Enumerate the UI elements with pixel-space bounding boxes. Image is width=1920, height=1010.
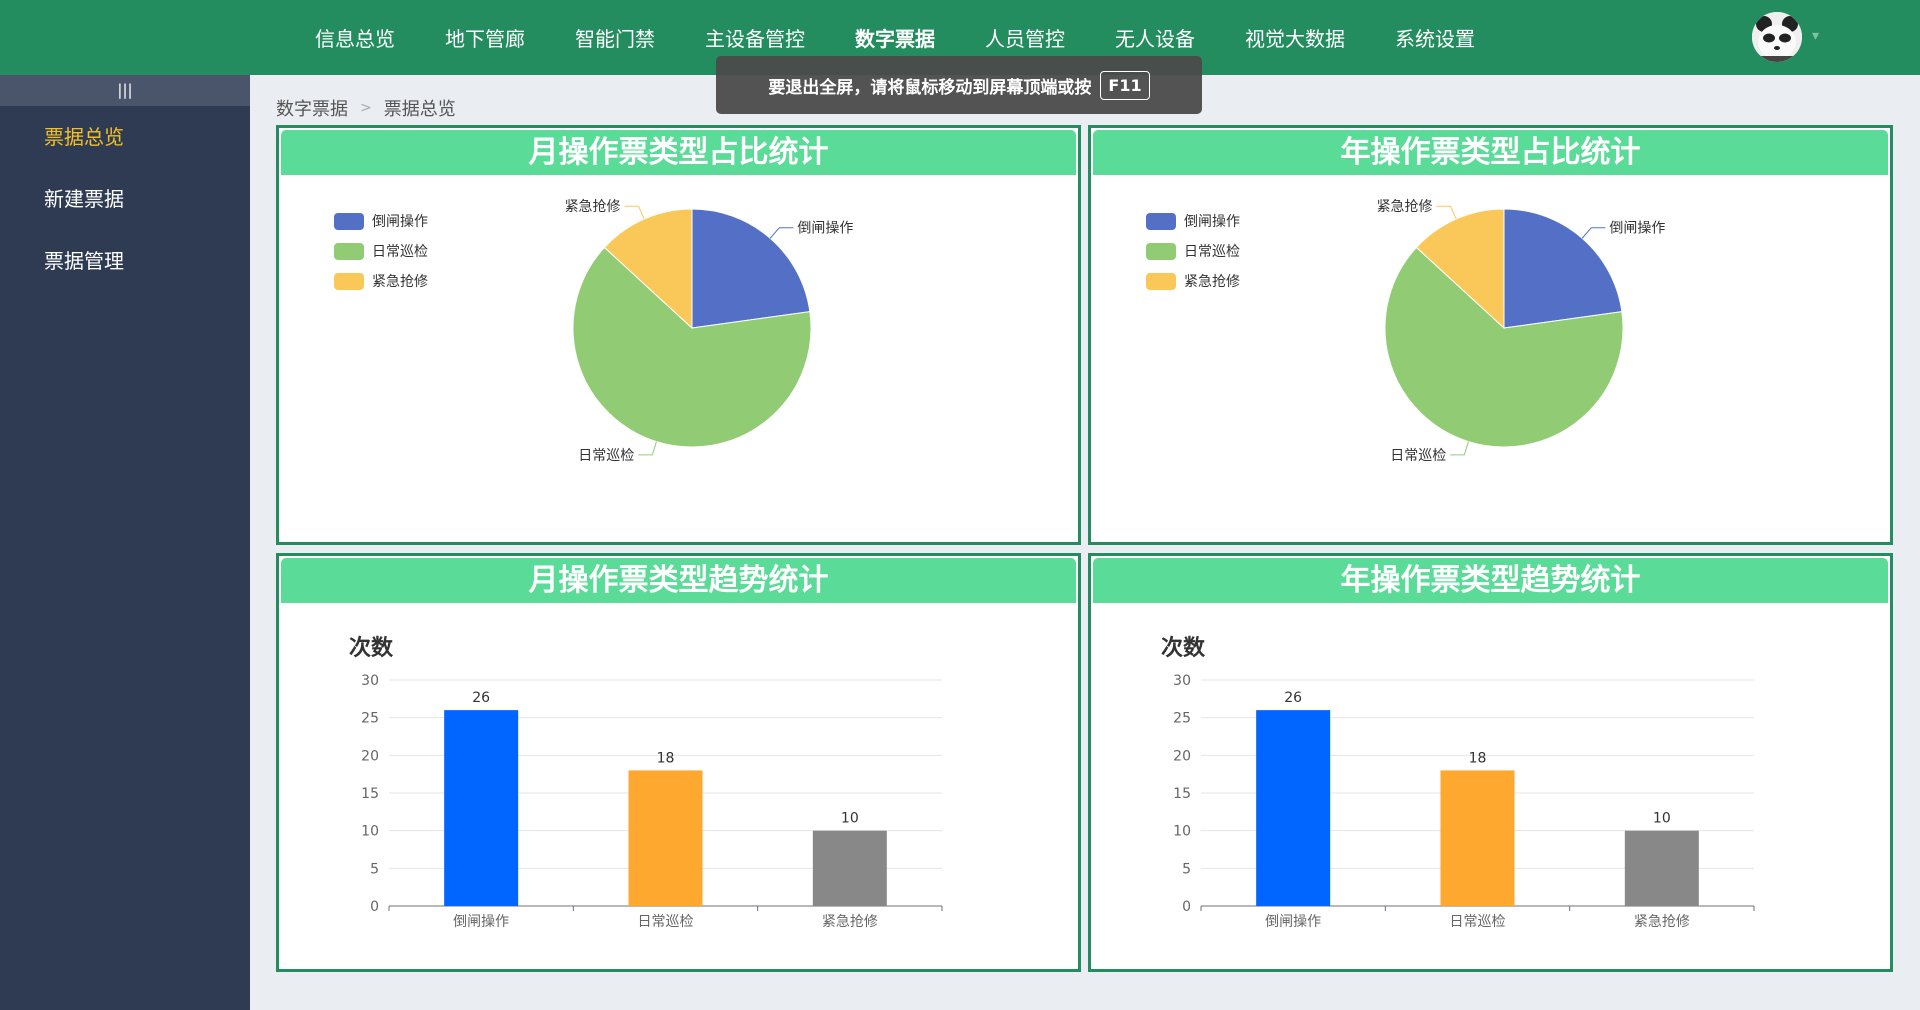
bar[interactable] (812, 830, 887, 906)
x-tick-label: 紧急抢修 (822, 913, 878, 930)
sidebar: ||| 票据总览 新建票据 票据管理 (0, 75, 250, 1010)
breadcrumb-item-ticket-overview: 票据总览 (383, 99, 456, 120)
fullscreen-toast: 要退出全屏，请将鼠标移动到屏幕顶端或按 F11 (716, 56, 1202, 114)
chevron-down-icon[interactable]: ▾ (1812, 28, 1819, 44)
yearly-bar-chart: 0 5 10 15 20 25 30 26 倒闸操作 18 日常巡检 10 紧急抢修 (1173, 673, 1755, 930)
sidebar-toggle-icon[interactable]: ||| (0, 75, 250, 106)
bar[interactable] (1256, 710, 1331, 906)
y-tick-label: 15 (1173, 786, 1191, 802)
monthly-bar-panel: 月操作票类型趋势统计 次数 0 5 10 15 20 25 30 26 倒闸操作 18 日常巡检 10… (276, 553, 1081, 972)
pie-slice-label: 紧急抢修 (1377, 198, 1433, 215)
panda-avatar-icon (1752, 12, 1802, 62)
pie-label-line (638, 441, 657, 456)
bar[interactable] (628, 770, 703, 906)
nav-item-personnel[interactable]: 人员管控 (960, 23, 1090, 52)
pie-slice-label: 倒闸操作 (1609, 221, 1665, 237)
nav-item-access-control[interactable]: 智能门禁 (550, 23, 680, 52)
breadcrumb-separator-icon: > (360, 100, 372, 116)
y-tick-label: 0 (370, 899, 379, 915)
yearly-pie-chart: 倒闸操作日常巡检 紧急抢修 (1377, 198, 1666, 464)
nav-item-unmanned-devices[interactable]: 无人设备 (1090, 23, 1220, 52)
x-tick-label: 日常巡检 (638, 914, 694, 930)
pie-slice-label: 日常巡检 (578, 448, 634, 464)
bar[interactable] (1624, 830, 1699, 906)
bar-value-label: 26 (472, 690, 490, 706)
nav-item-utility-tunnel[interactable]: 地下管廊 (420, 23, 550, 52)
sidebar-item-ticket-management[interactable]: 票据管理 (0, 230, 250, 292)
nav-item-system-settings[interactable]: 系统设置 (1370, 23, 1500, 52)
pie-label-line (1450, 441, 1469, 456)
y-tick-label: 5 (1182, 861, 1191, 877)
breadcrumb: 数字票据 > 票据总览 (276, 95, 456, 121)
y-tick-label: 20 (361, 748, 379, 764)
y-tick-label: 25 (1173, 711, 1191, 727)
bar-value-label: 18 (1469, 750, 1487, 766)
pie-label-line (1436, 205, 1457, 220)
nav-item-digital-tickets[interactable]: 数字票据 (830, 23, 960, 52)
nav-item-visual-big-data[interactable]: 视觉大数据 (1220, 23, 1370, 52)
bar[interactable] (1440, 770, 1515, 906)
pie-slice-label: 日常巡检 (1390, 448, 1446, 464)
y-tick-label: 0 (1182, 899, 1191, 915)
x-tick-label: 倒闸操作 (453, 914, 509, 930)
pie-slice[interactable] (1503, 208, 1623, 329)
sidebar-item-ticket-overview[interactable]: 票据总览 (0, 106, 250, 168)
y-tick-label: 25 (361, 711, 379, 727)
bar-value-label: 10 (841, 811, 859, 827)
pie-label-line (1581, 227, 1606, 239)
nav-item-overview[interactable]: 信息总览 (290, 23, 420, 52)
bar-value-label: 26 (1284, 690, 1302, 706)
y-tick-label: 5 (370, 861, 379, 877)
yearly-bar-panel: 年操作票类型趋势统计 次数 0 5 10 15 20 25 30 26 倒闸操作 18 日常巡检 10… (1088, 553, 1893, 972)
y-tick-label: 10 (1173, 824, 1191, 840)
monthly-bar-chart: 0 5 10 15 20 25 30 26 倒闸操作 18 日常巡检 10 紧急抢修 (361, 673, 943, 930)
x-tick-label: 日常巡检 (1450, 914, 1506, 930)
breadcrumb-item-digital-tickets[interactable]: 数字票据 (276, 95, 348, 121)
toast-message: 要退出全屏，请将鼠标移动到屏幕顶端或按 (768, 77, 1092, 98)
y-tick-label: 30 (1173, 673, 1191, 689)
pie-slice-label: 倒闸操作 (797, 221, 853, 237)
toast-key: F11 (1100, 70, 1150, 100)
pie-slice[interactable] (691, 208, 811, 329)
pie-label-line (769, 227, 794, 239)
x-tick-label: 紧急抢修 (1634, 913, 1690, 930)
y-tick-label: 30 (361, 673, 379, 689)
bar-value-label: 18 (657, 750, 675, 766)
y-tick-label: 10 (361, 824, 379, 840)
bar[interactable] (444, 710, 519, 906)
y-tick-label: 20 (1173, 748, 1191, 764)
x-tick-label: 倒闸操作 (1265, 914, 1321, 930)
nav-item-main-equipment[interactable]: 主设备管控 (680, 23, 830, 52)
monthly-pie-chart: 倒闸操作日常巡检 紧急抢修 (565, 198, 854, 464)
user-avatar[interactable] (1752, 12, 1802, 62)
sidebar-item-new-ticket[interactable]: 新建票据 (0, 168, 250, 230)
pie-slice-label: 紧急抢修 (565, 198, 621, 215)
yearly-pie-panel: 年操作票类型占比统计 倒闸操作 日常巡检 紧急抢修 倒闸操作 日常巡检 紧急抢修 (1088, 125, 1893, 545)
monthly-pie-panel: 月操作票类型占比统计 倒闸操作 日常巡检 紧急抢修 倒闸操作 日常巡检 紧急抢修 (276, 125, 1081, 545)
pie-label-line (624, 205, 645, 220)
bar-value-label: 10 (1653, 811, 1671, 827)
y-tick-label: 15 (361, 786, 379, 802)
